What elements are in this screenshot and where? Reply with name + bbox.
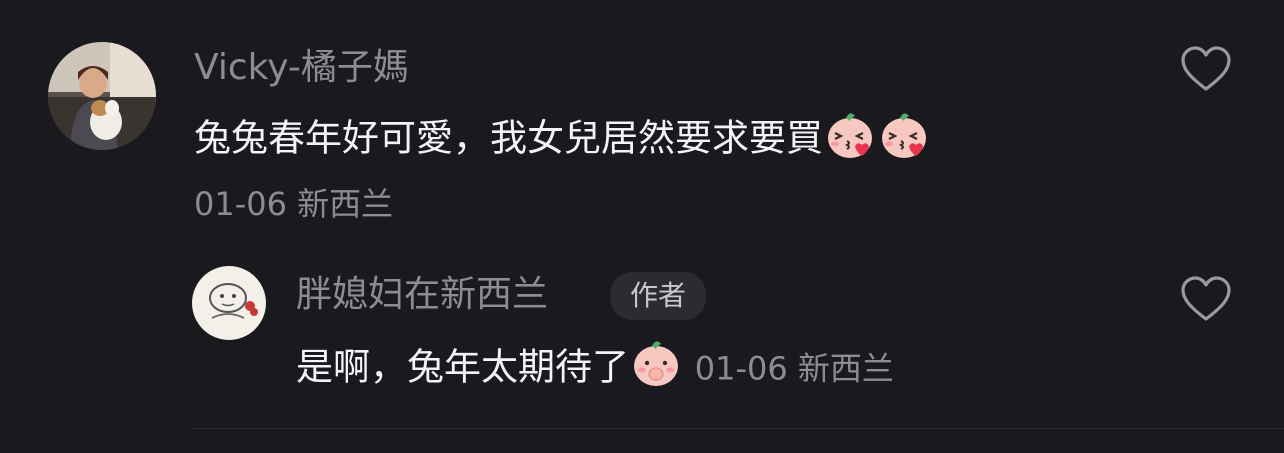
comment-text-content: 兔兔春年好可愛，我女兒居然要求要買	[194, 116, 823, 160]
comment-thread: Vicky-橘子媽 兔兔春年好可愛，我女兒居然要求要買 01-06 新西兰 胖媳…	[0, 0, 1284, 453]
reply-text: 是啊，兔年太期待了 01-06 新西兰	[296, 336, 894, 402]
comment-text: 兔兔春年好可愛，我女兒居然要求要買	[194, 108, 931, 172]
peach-shy-emoji	[629, 336, 683, 402]
author-badge: 作者	[610, 272, 706, 320]
peach-kiss-emoji	[877, 108, 931, 172]
peach-kiss-emoji	[823, 108, 877, 172]
reply-location: 新西兰	[797, 349, 894, 388]
commenter-avatar[interactable]	[48, 42, 156, 150]
reply-meta: 01-06 新西兰	[695, 350, 894, 388]
reply-date: 01-06	[694, 349, 788, 388]
comment-location: 新西兰	[297, 185, 394, 223]
heart-outline-icon[interactable]	[1180, 275, 1232, 323]
divider	[192, 428, 1284, 429]
reply-author[interactable]: 胖媳妇在新西兰	[296, 272, 548, 318]
comment-date: 01-06	[194, 185, 287, 223]
heart-outline-icon[interactable]	[1180, 45, 1232, 93]
comment-meta: 01-06 新西兰	[194, 184, 393, 224]
comment-author[interactable]: Vicky-橘子媽	[194, 46, 409, 90]
reply-text-content: 是啊，兔年太期待了	[296, 345, 629, 389]
replier-avatar[interactable]	[192, 266, 266, 340]
